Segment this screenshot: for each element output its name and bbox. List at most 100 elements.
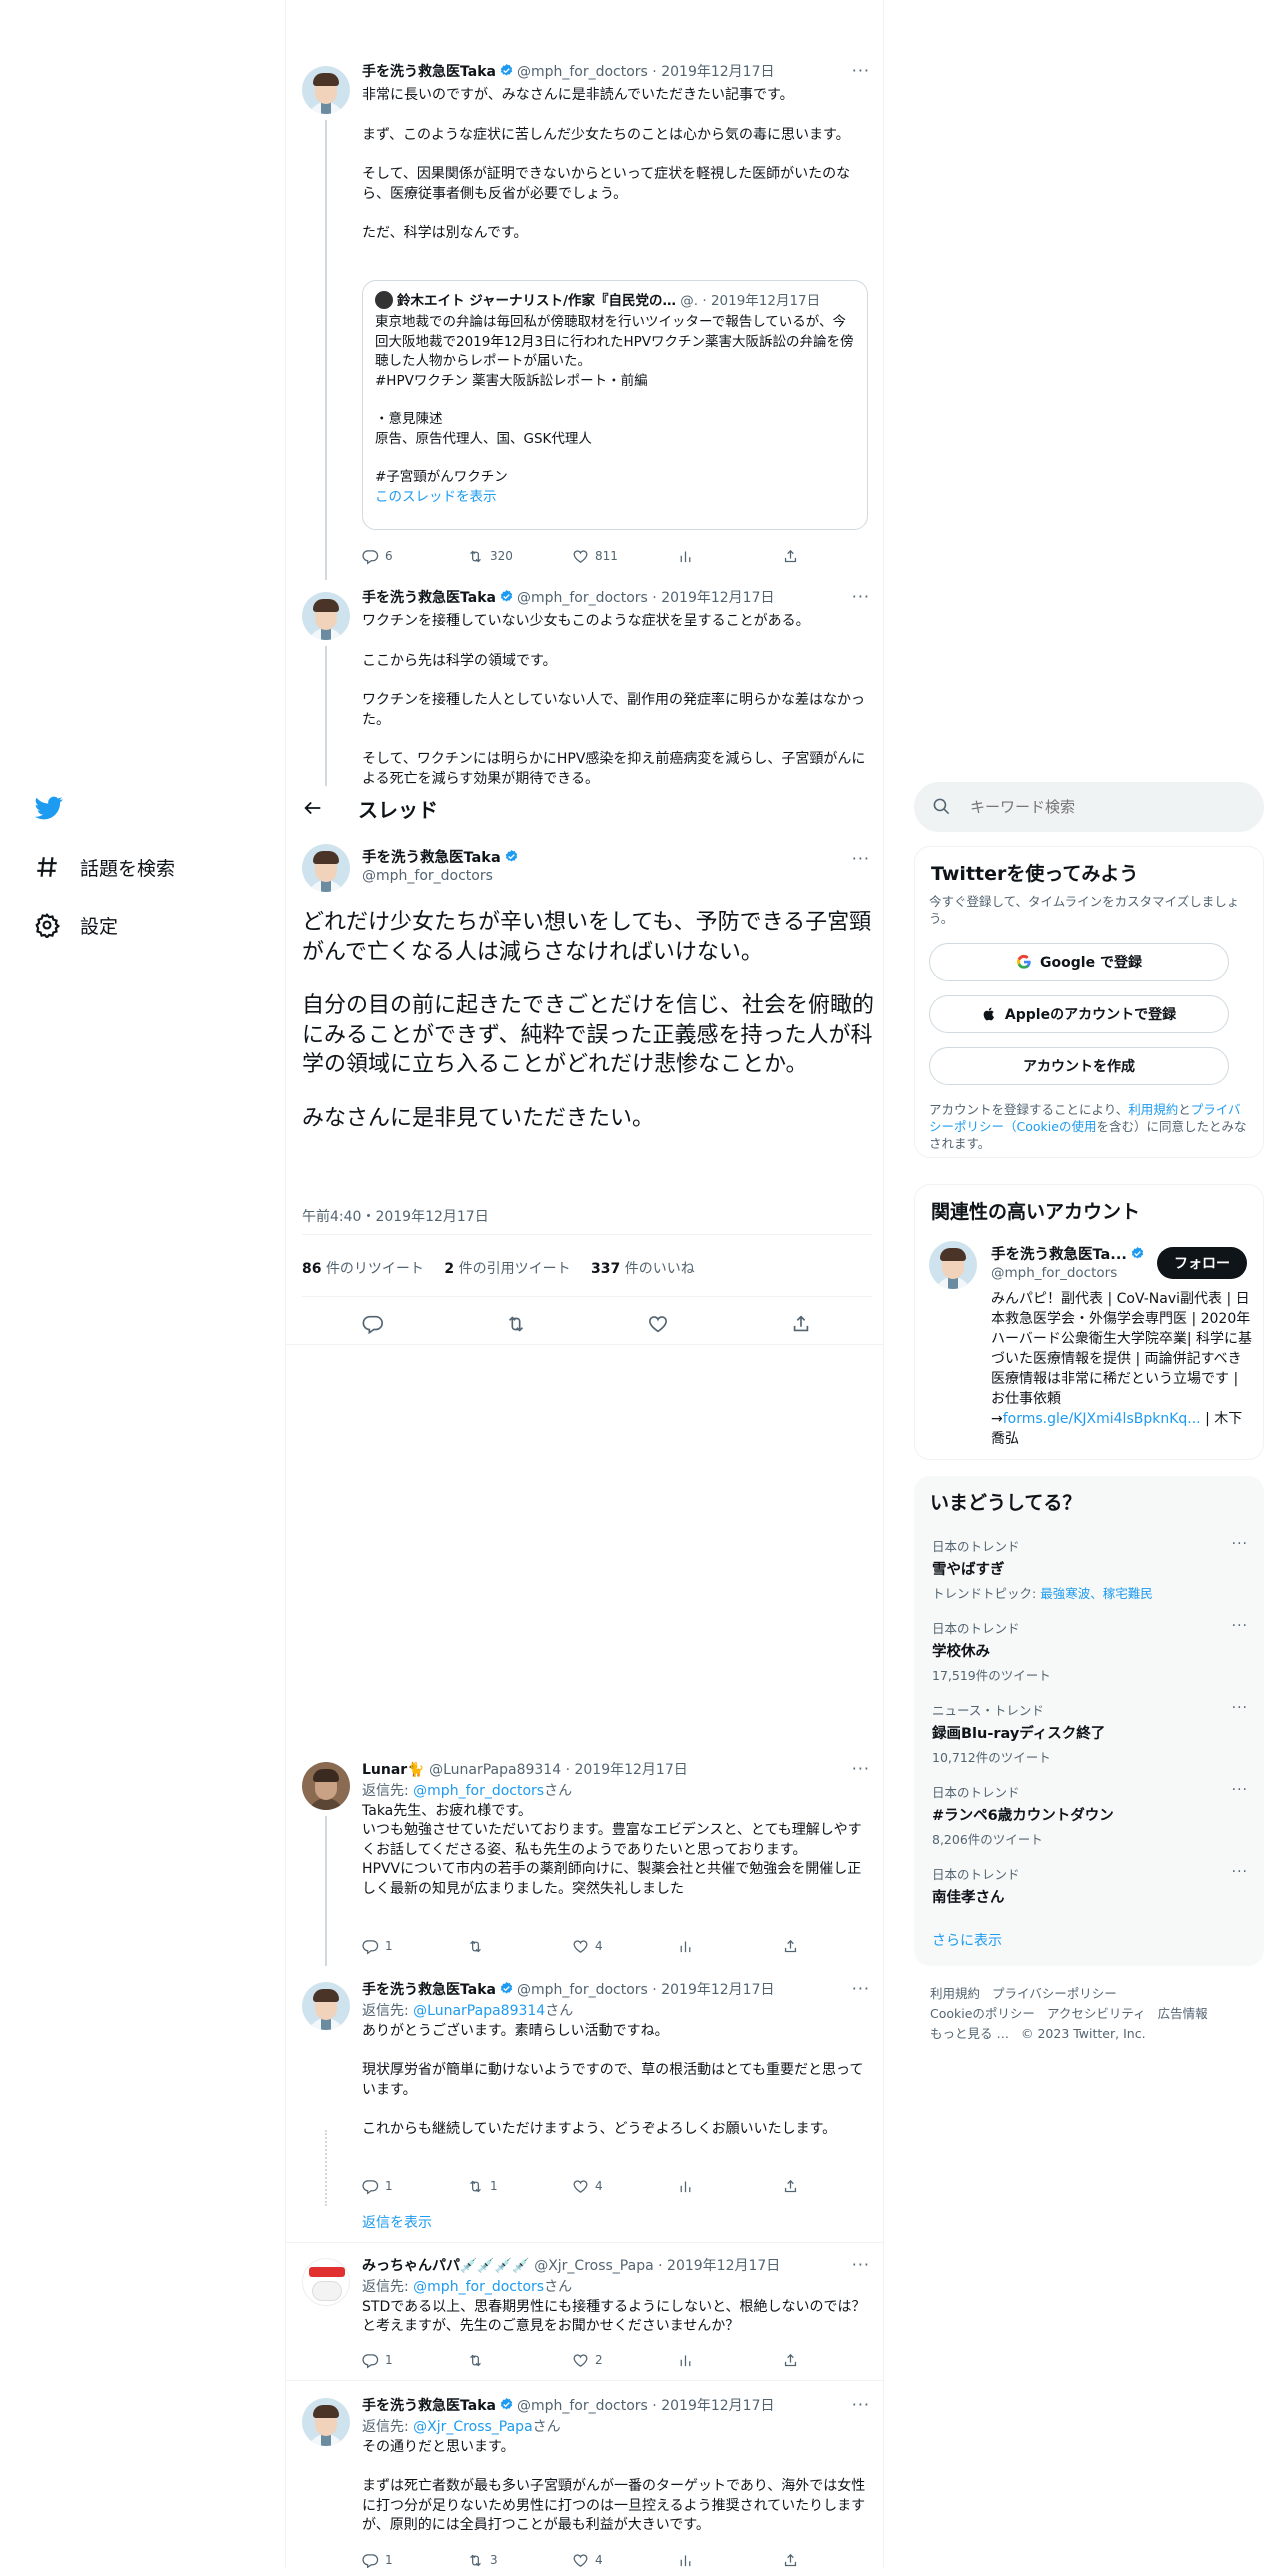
related-handle[interactable]: @mph_for_doctors <box>991 1265 1117 1281</box>
share-button[interactable] <box>782 2178 802 2195</box>
more-icon[interactable]: ··· <box>852 588 870 606</box>
footer-ads-link[interactable]: 広告情報 <box>1158 2006 1208 2021</box>
like-button[interactable]: 4 <box>572 2552 622 2568</box>
author-handle[interactable]: @mph_for_doctors <box>517 2398 648 2414</box>
reply-button[interactable]: 1 <box>362 2552 412 2568</box>
retweets-stat[interactable]: 86 件のリツイート <box>302 1261 424 1277</box>
like-button[interactable]: 4 <box>572 2178 622 2195</box>
twitter-logo-icon[interactable] <box>34 794 64 822</box>
like-icon[interactable] <box>647 1313 669 1335</box>
retweet-button[interactable]: 1 <box>467 2178 517 2195</box>
avatar[interactable] <box>302 1762 350 1810</box>
show-replies-link[interactable]: 返信を表示 <box>362 2212 432 2232</box>
more-icon[interactable]: ··· <box>852 1980 870 1998</box>
footer-accessibility-link[interactable]: アクセシビリティ <box>1047 2006 1146 2021</box>
likes-stat[interactable]: 337 件のいいね <box>591 1261 695 1277</box>
quoted-tweet[interactable]: 鈴木エイト ジャーナリスト/作家『自民党の… @. · 2019年12月17日 … <box>362 280 868 530</box>
more-icon[interactable]: ··· <box>1232 1700 1248 1716</box>
back-arrow-icon[interactable] <box>302 797 324 819</box>
like-button[interactable]: 811 <box>572 548 622 565</box>
reply-tweet[interactable]: 手を洗う救急医Taka @mph_for_doctors · 2019年12月17… <box>286 1980 882 2231</box>
retweet-button[interactable] <box>467 1938 517 1955</box>
reply-to-link[interactable]: @mph_for_doctors <box>413 1783 544 1799</box>
related-account-name[interactable]: 手を洗う救急医Ta... <box>991 1243 1148 1264</box>
footer-terms-link[interactable]: 利用規約 <box>930 1986 980 2001</box>
author-name[interactable]: 手を洗う救急医Taka <box>362 2398 496 2414</box>
author-handle[interactable]: @mph_for_doctors <box>517 64 648 80</box>
avatar[interactable] <box>302 592 350 640</box>
author-name[interactable]: Lunar🐈 <box>362 1762 425 1778</box>
tweet-date[interactable]: 2019年12月17日 <box>661 64 774 80</box>
retweet-button[interactable]: 320 <box>467 548 517 565</box>
more-icon[interactable]: ··· <box>1232 1618 1248 1634</box>
analytics-button[interactable] <box>677 1938 727 1955</box>
show-thread-link[interactable]: このスレッドを表示 <box>375 488 855 508</box>
tweet-date[interactable]: 2019年12月17日 <box>661 2398 774 2414</box>
quotes-stat[interactable]: 2 件の引用ツイート <box>444 1261 570 1277</box>
author-handle[interactable]: @mph_for_doctors <box>517 590 648 606</box>
tweet-2[interactable]: 手を洗う救急医Taka @mph_for_doctors · 2019年12月17… <box>286 588 882 788</box>
footer-privacy-link[interactable]: プライバシーポリシー <box>992 1986 1117 2001</box>
more-icon[interactable]: ··· <box>1232 1864 1248 1880</box>
more-icon[interactable]: ··· <box>852 1760 870 1778</box>
tweet-1[interactable]: 手を洗う救急医Taka @mph_for_doctors · 2019年12月17… <box>286 62 882 582</box>
analytics-button[interactable] <box>677 548 727 565</box>
reply-button[interactable]: 1 <box>362 1938 412 1955</box>
retweet-button[interactable] <box>467 2352 517 2369</box>
retweet-button[interactable]: 3 <box>467 2552 517 2568</box>
footer-cookie-link[interactable]: Cookieのポリシー <box>930 2006 1035 2021</box>
trend-item[interactable]: 日本のトレンド 学校休み 17,519件のツイート ··· <box>932 1618 1248 1684</box>
reply-to-link[interactable]: @mph_for_doctors <box>413 2279 544 2295</box>
like-button[interactable]: 4 <box>572 1938 622 1955</box>
trend-item[interactable]: ニュース・トレンド 録画Blu-rayディスク終了 10,712件のツイート ·… <box>932 1700 1248 1766</box>
author-name[interactable]: 手を洗う救急医Taka <box>362 590 496 606</box>
nav-explore[interactable]: 話題を検索 <box>34 853 175 881</box>
terms-link[interactable]: 利用規約 <box>1128 1102 1178 1117</box>
nav-settings[interactable]: 設定 <box>34 911 118 939</box>
share-button[interactable] <box>782 548 802 565</box>
tweet-date[interactable]: 2019年12月17日 <box>574 1762 687 1778</box>
more-icon[interactable]: ··· <box>1232 1536 1248 1552</box>
analytics-button[interactable] <box>677 2178 727 2195</box>
cookie-link[interactable]: Cookieの使用 <box>1017 1119 1097 1134</box>
reply-icon[interactable] <box>362 1313 384 1335</box>
more-icon[interactable]: ··· <box>852 850 870 868</box>
tweet-date[interactable]: 2019年12月17日 <box>667 2258 780 2274</box>
author-name[interactable]: 手を洗う救急医Taka <box>362 850 501 866</box>
more-icon[interactable]: ··· <box>1232 1782 1248 1798</box>
reply-tweet[interactable]: Lunar🐈 @LunarPapa89314 · 2019年12月17日 ···… <box>286 1760 882 1966</box>
avatar[interactable] <box>302 2398 350 2446</box>
analytics-button[interactable] <box>677 2352 727 2369</box>
avatar[interactable] <box>302 1982 350 2030</box>
follow-button[interactable]: フォロー <box>1157 1247 1247 1279</box>
create-account-button[interactable]: アカウントを作成 <box>929 1047 1229 1085</box>
more-icon[interactable]: ··· <box>852 2256 870 2274</box>
author-name[interactable]: 手を洗う救急医Taka <box>362 64 496 80</box>
search-box[interactable] <box>914 782 1264 832</box>
share-button[interactable] <box>782 2552 802 2568</box>
trend-item[interactable]: 日本のトレンド #ランペ6歳カウントダウン 8,206件のツイート ··· <box>932 1782 1248 1848</box>
footer-more-link[interactable]: もっと見る … <box>930 2026 1009 2041</box>
google-signup-button[interactable]: Google で登録 <box>929 943 1229 981</box>
reply-button[interactable]: 1 <box>362 2352 412 2369</box>
apple-signup-button[interactable]: Appleのアカウントで登録 <box>929 995 1229 1033</box>
like-button[interactable]: 2 <box>572 2352 622 2369</box>
tweet-date[interactable]: 2019年12月17日 <box>661 1982 774 1998</box>
more-icon[interactable]: ··· <box>852 2396 870 2414</box>
share-button[interactable] <box>782 1938 802 1955</box>
author-name[interactable]: みっちゃんパパ💉💉💉💉 <box>362 2258 530 2274</box>
avatar[interactable] <box>929 1241 977 1289</box>
reply-to-link[interactable]: @Xjr_Cross_Papa <box>413 2419 532 2435</box>
reply-button[interactable]: 1 <box>362 2178 412 2195</box>
share-button[interactable] <box>782 2352 802 2369</box>
reply-tweet[interactable]: みっちゃんパパ💉💉💉💉 @Xjr_Cross_Papa · 2019年12月17… <box>286 2256 882 2369</box>
share-icon[interactable] <box>790 1313 812 1335</box>
tweet-date[interactable]: 2019年12月17日 <box>661 590 774 606</box>
avatar[interactable] <box>302 844 350 892</box>
bio-link[interactable]: forms.gle/KJXmi4lsBpknKq... <box>1003 1411 1201 1427</box>
trend-item[interactable]: 日本のトレンド 雪やばすぎ トレンドトピック: 最強寒波、稼宅難民 ··· <box>932 1536 1248 1602</box>
retweet-icon[interactable] <box>505 1313 527 1335</box>
author-handle[interactable]: @mph_for_doctors <box>517 1982 648 1998</box>
trend-item[interactable]: 日本のトレンド 南佳孝さん ··· <box>932 1864 1248 1907</box>
reply-tweet[interactable]: 手を洗う救急医Taka @mph_for_doctors · 2019年12月17… <box>286 2396 882 2568</box>
